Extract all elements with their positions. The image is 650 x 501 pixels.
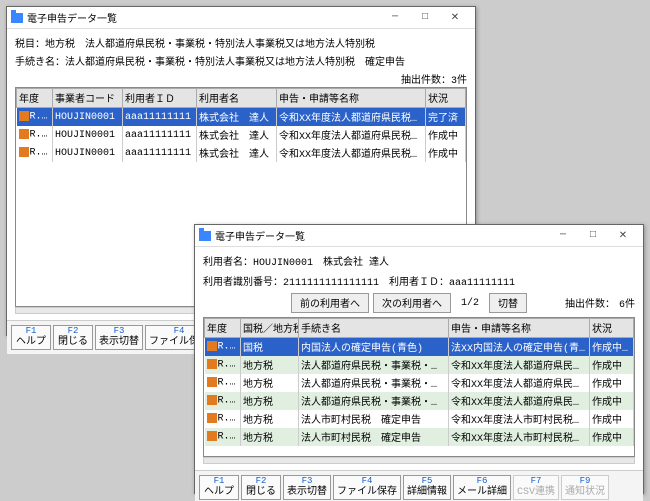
table-row[interactable]: R.XXHOUJIN0001aaa11111111株式会社 達人令和XX年度法人… xyxy=(17,126,466,144)
meta-user: 利用者名：HOUJIN0001 株式会社 達人 xyxy=(203,253,635,269)
fkey-f5[interactable]: F5詳細情報 xyxy=(403,475,451,500)
col-header[interactable]: 年度 xyxy=(205,319,241,338)
next-user-button[interactable]: 次の利用者へ xyxy=(373,293,451,313)
table-row[interactable]: R.XX国税内国法人の確定申告(青色)法XX内国法人の確定申告(青色)作成中(… xyxy=(205,338,634,357)
close-button[interactable]: ✕ xyxy=(445,12,465,24)
col-header[interactable]: 年度 xyxy=(17,89,53,108)
row-icon xyxy=(207,413,217,423)
switch-button[interactable]: 切替 xyxy=(489,293,527,313)
prev-user-button[interactable]: 前の利用者へ xyxy=(291,293,369,313)
close-button[interactable]: ✕ xyxy=(613,230,633,242)
col-header[interactable]: 国税／地方税 xyxy=(241,319,299,338)
col-header[interactable]: 状況 xyxy=(426,89,466,108)
table-row[interactable]: R.XXHOUJIN0001aaa11111111株式会社 達人令和XX年度法人… xyxy=(17,108,466,127)
data-grid-b[interactable]: 年度国税／地方税手続き名申告・申請等名称状況 R.XX国税内国法人の確定申告(青… xyxy=(203,317,635,457)
fkey-f3[interactable]: F3表示切替 xyxy=(283,475,331,500)
col-header[interactable]: 手続き名 xyxy=(299,319,449,338)
col-header[interactable]: 申告・申請等名称 xyxy=(277,89,426,108)
count-label: 抽出件数： xyxy=(401,76,451,87)
count-value: 6件 xyxy=(619,295,635,311)
table-row[interactable]: R.XX地方税法人都道府県民税・事業税・特別法人事業…令和XX年度法人都道府県民… xyxy=(205,374,634,392)
min-button[interactable]: ─ xyxy=(553,230,573,242)
row-icon xyxy=(207,377,217,387)
col-header[interactable]: 利用者ＩＤ xyxy=(123,89,197,108)
fkey-f3[interactable]: F3表示切替 xyxy=(95,325,143,350)
window-title: 電子申告データ一覧 xyxy=(215,228,547,244)
function-bar: F1ヘルプF2閉じるF3表示切替F4ファイル保存F5詳細情報F6メール詳細F7C… xyxy=(195,470,643,501)
meta-tax: 税目：地方税 法人都道府県民税・事業税・特別法人事業税又は地方法人特別税 xyxy=(15,35,467,51)
count-value: 3件 xyxy=(451,76,467,87)
row-icon xyxy=(207,395,217,405)
titlebar[interactable]: 電子申告データ一覧 ─ □ ✕ xyxy=(7,7,475,29)
col-header[interactable]: 状況 xyxy=(590,319,634,338)
max-button[interactable]: □ xyxy=(415,12,435,24)
row-icon xyxy=(207,431,217,441)
table-row[interactable]: R.XX地方税法人都道府県民税・事業税・特別法人事業…令和XX年度法人都道府県民… xyxy=(205,356,634,374)
row-icon xyxy=(207,359,217,369)
col-header[interactable]: 利用者名 xyxy=(197,89,277,108)
meta-proc: 手続き名：法人都道府県民税・事業税・特別法人事業税又は地方法人特別税 確定申告 xyxy=(15,53,467,69)
window-b: 電子申告データ一覧 ─ □ ✕ 利用者名：HOUJIN0001 株式会社 達人 … xyxy=(194,224,644,494)
fkey-f9: F9通知状況 xyxy=(561,475,609,500)
titlebar[interactable]: 電子申告データ一覧 ─ □ ✕ xyxy=(195,225,643,247)
window-title: 電子申告データ一覧 xyxy=(27,10,379,26)
fkey-f7: F7CSV連携 xyxy=(513,475,559,500)
fkey-f2[interactable]: F2閉じる xyxy=(241,475,281,500)
count-label: 抽出件数： xyxy=(565,295,615,311)
fkey-f6[interactable]: F6メール詳細 xyxy=(453,475,511,500)
col-header[interactable]: 申告・申請等名称 xyxy=(449,319,590,338)
table-row[interactable]: R.XX地方税法人都道府県民税・事業税・特別法人事業…令和XX年度法人都道府県民… xyxy=(205,392,634,410)
table-row[interactable]: R.XX地方税法人市町村民税 確定申告令和XX年度法人市町村民税 確定申告作成中 xyxy=(205,428,634,446)
fkey-f1[interactable]: F1ヘルプ xyxy=(199,475,239,500)
max-button[interactable]: □ xyxy=(583,230,603,242)
col-header[interactable]: 事業者コード xyxy=(53,89,123,108)
table-row[interactable]: R.XX地方税法人市町村民税 確定申告令和XX年度法人市町村民税 確定申告作成中 xyxy=(205,410,634,428)
hscrollbar[interactable] xyxy=(203,457,635,464)
row-icon xyxy=(207,341,217,351)
fkey-f2[interactable]: F2閉じる xyxy=(53,325,93,350)
row-icon xyxy=(19,147,29,157)
fkey-f4[interactable]: F4ファイル保存 xyxy=(333,475,401,500)
table-row[interactable]: R.XXHOUJIN0001aaa11111111株式会社 達人令和XX年度法人… xyxy=(17,144,466,162)
fkey-f1[interactable]: F1ヘルプ xyxy=(11,325,51,350)
folder-icon xyxy=(199,231,211,241)
folder-icon xyxy=(11,13,23,23)
page-indicator: 1/2 xyxy=(455,298,485,309)
min-button[interactable]: ─ xyxy=(385,12,405,24)
row-icon xyxy=(19,111,29,121)
meta-id: 利用者識別番号：2111111111111111 利用者ＩＤ：aaa111111… xyxy=(203,273,515,289)
row-icon xyxy=(19,129,29,139)
